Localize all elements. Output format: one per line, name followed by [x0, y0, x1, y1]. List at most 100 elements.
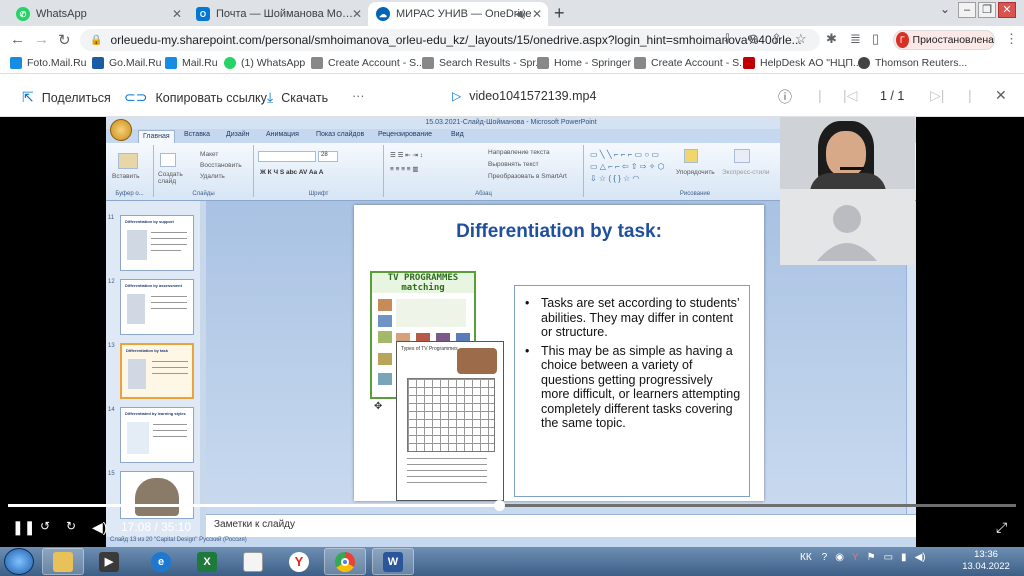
bookmark-item[interactable]: Mail.Ru — [165, 57, 218, 69]
thumbnail-image — [127, 230, 147, 260]
install-app-icon[interactable]: ⇩ — [722, 31, 733, 47]
video-player[interactable]: 15.03.2021-Слайд-Шойманова - Microsoft P… — [0, 117, 1024, 547]
clipboard-group: Вставить Буфер о... — [106, 145, 154, 197]
bookmark-item[interactable]: Search Results - Spr... — [422, 57, 544, 69]
bookmark-item[interactable]: Thomson Reuters... — [858, 57, 967, 69]
timecode: 17:08 / 35:10 — [121, 520, 191, 534]
progress-thumb[interactable] — [493, 500, 505, 511]
close-viewer-button[interactable]: ✕ — [995, 87, 1007, 104]
taskbar-chrome[interactable] — [324, 548, 366, 575]
address-bar[interactable]: 🔒 orleuedu-my.sharepoint.com/personal/sm… — [80, 29, 820, 51]
tab-onedrive[interactable]: ☁ МИРАС УНИВ — OneDrive ◀) ✕ — [368, 2, 548, 26]
previous-icon[interactable]: |◁ — [843, 87, 857, 104]
ribbon-tab: Дизайн — [226, 131, 250, 138]
close-tab-icon[interactable]: ✕ — [352, 7, 362, 21]
wordsearch-grid — [407, 378, 495, 452]
bookmark-item[interactable]: Create Account - S... — [634, 57, 748, 69]
file-title: ▷ video1041572139.mp4 — [452, 89, 596, 103]
language-indicator[interactable]: КК — [800, 552, 812, 563]
notes-pane: Заметки к слайду — [206, 514, 916, 537]
picture-icon — [378, 315, 392, 327]
new-tab-button[interactable]: + — [554, 3, 565, 24]
taskbar-media[interactable]: ▶ — [88, 548, 130, 575]
bookmark-item[interactable]: Go.Mail.Ru — [92, 57, 162, 69]
menu-icon[interactable]: ⋮ — [1005, 31, 1018, 47]
chrome-tray-icon[interactable]: ◉ — [835, 552, 844, 563]
info-icon[interactable]: ⓘ — [778, 87, 792, 107]
volume-icon[interactable]: ◀) — [92, 519, 107, 536]
thumbnail-title: Differentiation by assessment — [125, 283, 182, 288]
slide-thumbnail[interactable]: Differentiation by support — [120, 215, 194, 271]
system-clock[interactable]: 13:36 13.04.2022 — [958, 549, 1014, 573]
avatar-placeholder-icon — [817, 205, 877, 261]
profile-status: Приостановлена — [912, 34, 994, 46]
tab-search-icon[interactable]: ⌄ — [936, 2, 954, 18]
taskbar-word[interactable]: W — [372, 548, 414, 575]
office-button-icon — [110, 119, 132, 141]
new-slide-icon — [160, 153, 176, 167]
zoom-icon[interactable]: ⊖ — [748, 31, 759, 47]
maximize-icon[interactable]: ❐ — [978, 2, 996, 18]
reload-icon[interactable]: ↻ — [58, 31, 71, 49]
monitor-icon[interactable]: ▭ — [884, 552, 893, 563]
group-label: Буфер о... — [115, 191, 144, 197]
bookmark-star-icon[interactable]: ☆ — [795, 31, 807, 47]
close-window-icon[interactable]: ✕ — [998, 2, 1016, 18]
progress-bar[interactable] — [8, 500, 1016, 511]
fullscreen-icon[interactable]: ⤢ — [996, 519, 1007, 536]
slide-thumbnail[interactable]: Differentiated by learning styles — [120, 407, 194, 463]
reading-list-icon[interactable]: ≣ — [850, 31, 861, 47]
share-button[interactable]: ⇱ Поделиться — [22, 89, 111, 106]
font-size-box: 28 — [318, 151, 338, 162]
tab-mail[interactable]: O Почта — Шойманова Молдир Е ✕ — [188, 2, 368, 26]
flag-icon[interactable]: ⚑ — [867, 552, 876, 563]
taskbar-ie[interactable]: e — [140, 548, 182, 575]
copy-link-button[interactable]: ⊂⊃ Копировать ссылку — [124, 89, 267, 106]
picture-icon — [378, 353, 392, 365]
next-icon[interactable]: ▷| — [930, 87, 944, 104]
taskbar-notepad[interactable] — [232, 548, 274, 575]
word-list — [396, 299, 466, 327]
more-button[interactable]: ··· — [352, 89, 365, 103]
bookmark-item[interactable]: Foto.Mail.Ru — [10, 57, 87, 69]
back-icon[interactable]: ← — [10, 31, 25, 48]
thumbnail-number: 12 — [108, 279, 115, 285]
taskbar-explorer[interactable] — [42, 548, 84, 575]
group-label: Абзац — [475, 191, 492, 197]
help-icon[interactable]: ? — [822, 552, 828, 563]
share-icon[interactable]: ⇪ — [771, 31, 782, 47]
profile-button[interactable]: Г Приостановлена — [893, 30, 995, 50]
thumbnail-title: Differentiated by learning styles — [125, 411, 186, 416]
paste-icon — [118, 153, 138, 169]
bookmark-item[interactable]: (1) WhatsApp — [224, 57, 305, 69]
yandex-tray-icon[interactable]: Y — [852, 552, 859, 563]
reset-label: Восстановить — [200, 162, 242, 169]
shapes-icons: ▭ ╲ ╲ ⌐ ⌐ ⌐ ▭ ○ ▭ — [590, 150, 659, 159]
pause-icon[interactable]: ❚❚ — [12, 519, 35, 536]
download-button[interactable]: ⤓ Скачать — [267, 89, 328, 106]
sidebar-icon[interactable]: ▯ — [872, 31, 879, 47]
forward-icon[interactable]: → — [34, 31, 49, 48]
close-tab-icon[interactable]: ✕ — [172, 7, 182, 21]
slide-thumbnail[interactable]: Differentiation by assessment — [120, 279, 194, 335]
extensions-icon[interactable]: ✱ — [826, 31, 837, 47]
start-button[interactable] — [4, 548, 34, 575]
bullet-text-box: • Tasks are set according to students’ ab… — [514, 285, 750, 497]
tab-whatsapp[interactable]: ✆ WhatsApp ✕ — [8, 2, 188, 26]
slide-thumbnail-selected[interactable]: Differentiation by task — [120, 343, 194, 399]
bookmark-item[interactable]: Home - Springer — [537, 57, 631, 69]
taskbar-excel[interactable]: X — [186, 548, 228, 575]
rewind-10-icon[interactable]: ↺ — [40, 519, 50, 533]
bookmark-item[interactable]: Create Account - S... — [311, 57, 425, 69]
audio-playing-icon[interactable]: ◀) — [515, 9, 526, 20]
taskbar-yandex[interactable]: Y — [278, 548, 320, 575]
volume-tray-icon[interactable]: ◀) — [915, 552, 926, 563]
thumbnail-image — [128, 359, 146, 389]
slide-thumbnail[interactable] — [120, 471, 194, 519]
bookmark-item[interactable]: HelpDesk АО "НЦП... — [743, 57, 862, 69]
slide: Differentiation by task: TV PROGRAMMES m… — [354, 205, 764, 501]
forward-10-icon[interactable]: ↻ — [66, 519, 76, 533]
minimize-icon[interactable]: – — [958, 2, 976, 18]
network-icon[interactable]: ▮ — [901, 552, 907, 563]
close-tab-icon[interactable]: ✕ — [532, 7, 542, 21]
